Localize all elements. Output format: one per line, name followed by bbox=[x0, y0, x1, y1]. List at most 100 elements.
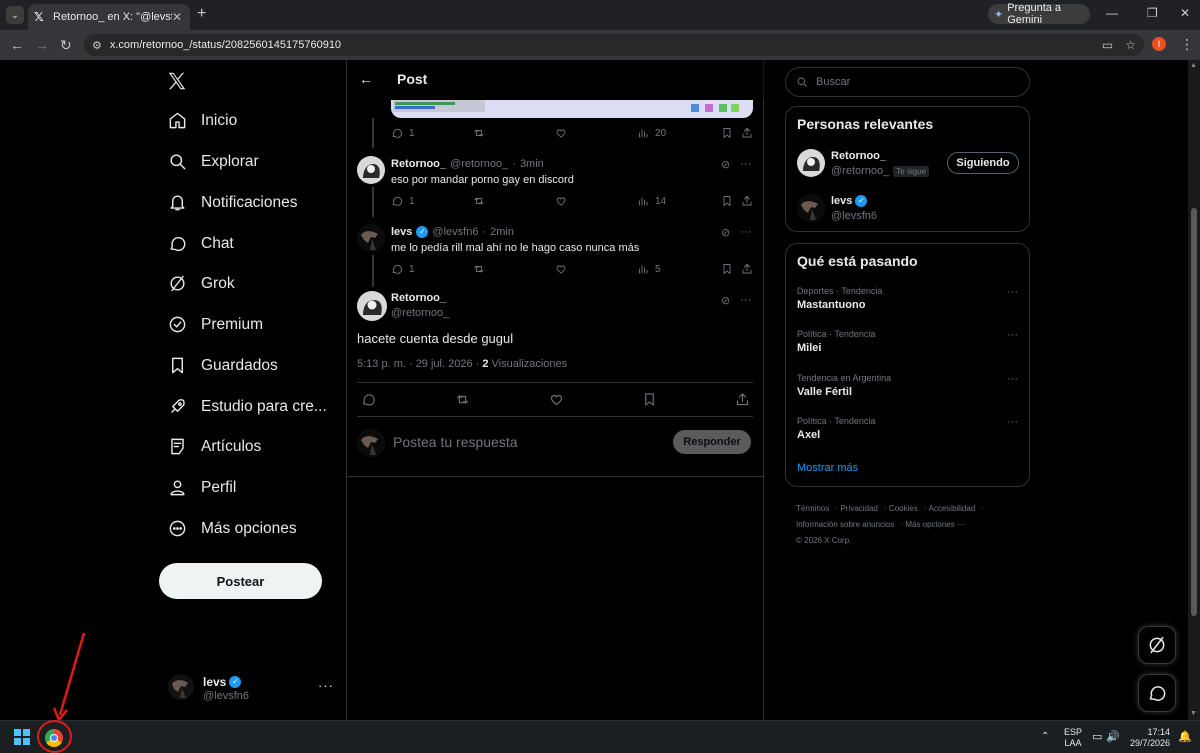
share-action[interactable] bbox=[741, 263, 753, 275]
media-preview[interactable] bbox=[391, 100, 753, 118]
notification-bell-icon[interactable]: 🔔 bbox=[1178, 730, 1192, 743]
views-action[interactable]: 5 bbox=[637, 263, 661, 275]
post-timestamp[interactable]: 5:13 p. m. · 29 jul. 2026 · bbox=[357, 358, 482, 370]
post-button[interactable]: Postear bbox=[159, 563, 322, 599]
trend-item[interactable]: Deportes · Tendencia Mastantuono ··· bbox=[797, 286, 1022, 311]
bookmark-star-icon[interactable]: ☆ bbox=[1125, 38, 1136, 52]
show-more-link[interactable]: Mostrar más bbox=[797, 462, 858, 474]
bookmark-action[interactable] bbox=[721, 127, 733, 139]
avatar[interactable] bbox=[797, 149, 825, 177]
repost-icon[interactable] bbox=[455, 392, 470, 407]
share-icon[interactable] bbox=[735, 392, 750, 407]
post-author-handle[interactable]: @retornoo_ bbox=[391, 307, 449, 319]
grok-icon[interactable]: ⊘ bbox=[721, 294, 730, 307]
person-name[interactable]: Retornoo_ bbox=[831, 150, 886, 162]
chat-fab-button[interactable] bbox=[1138, 674, 1176, 712]
scrollbar-thumb[interactable] bbox=[1191, 208, 1197, 616]
avatar[interactable] bbox=[357, 291, 387, 321]
heart-icon[interactable] bbox=[549, 392, 564, 407]
reply-input[interactable]: Postea tu respuesta bbox=[393, 434, 518, 450]
trend-item[interactable]: Política · Tendencia Axel ··· bbox=[797, 416, 1022, 441]
scroll-up-icon[interactable]: ▲ bbox=[1190, 62, 1197, 69]
views-action[interactable]: 20 bbox=[637, 127, 666, 139]
share-action[interactable] bbox=[741, 127, 753, 139]
windows-start-icon[interactable] bbox=[14, 729, 30, 745]
nav-chat[interactable]: Chat bbox=[168, 234, 234, 253]
views-action[interactable]: 14 bbox=[637, 195, 666, 207]
avatar[interactable] bbox=[797, 194, 825, 222]
account-switcher[interactable]: levs ✓ @levsfn6 ··· bbox=[168, 672, 333, 708]
x-logo-icon[interactable] bbox=[166, 70, 188, 92]
language-indicator[interactable]: ESP LAA bbox=[1064, 727, 1082, 749]
footer-link[interactable]: Accesibilidad bbox=[929, 504, 976, 513]
more-icon[interactable]: ··· bbox=[1007, 373, 1018, 385]
tab-search-icon[interactable]: ⌄ bbox=[6, 6, 24, 24]
like-action[interactable] bbox=[555, 195, 567, 207]
network-volume-icons[interactable]: ▭🔊 bbox=[1092, 730, 1124, 743]
avatar[interactable] bbox=[357, 224, 385, 252]
nav-mas-opciones[interactable]: Más opciones bbox=[168, 519, 297, 538]
reply-icon[interactable] bbox=[361, 392, 376, 407]
nav-grok[interactable]: Grok bbox=[168, 274, 235, 293]
close-window-icon[interactable]: ✕ bbox=[1180, 6, 1190, 20]
nav-notificaciones[interactable]: Notificaciones bbox=[168, 193, 298, 212]
restore-icon[interactable]: ❐ bbox=[1147, 6, 1158, 20]
nav-explorar[interactable]: Explorar bbox=[168, 152, 259, 171]
avatar[interactable] bbox=[357, 156, 385, 184]
address-bar[interactable]: ⚙ x.com/retornoo_/status/208256014517576… bbox=[84, 34, 1144, 56]
nav-premium[interactable]: Premium bbox=[168, 315, 263, 334]
browser-tab[interactable]: 𝕏 Retornoo_ en X: "@levsfn6 hac ✕ bbox=[28, 4, 190, 30]
trend-item[interactable]: Tendencia en Argentina Valle Fértil ··· bbox=[797, 373, 1022, 398]
reply-action[interactable]: 1 bbox=[391, 195, 415, 207]
person-name[interactable]: levs ✓ bbox=[831, 195, 868, 207]
like-action[interactable] bbox=[555, 127, 567, 139]
more-icon[interactable]: ··· bbox=[1007, 329, 1018, 341]
back-arrow-icon[interactable]: ← bbox=[359, 71, 373, 87]
grok-icon[interactable]: ⊘ bbox=[721, 226, 730, 239]
gemini-button[interactable]: ✦ Pregunta a Gemini bbox=[988, 2, 1090, 26]
search-input[interactable]: Buscar bbox=[785, 67, 1030, 97]
bookmark-action[interactable] bbox=[721, 195, 733, 207]
page-scrollbar[interactable]: ▲ ▼ bbox=[1188, 60, 1200, 720]
reply-action[interactable]: 1 bbox=[391, 127, 415, 139]
reply-button[interactable]: Responder bbox=[673, 430, 751, 454]
nav-estudio[interactable]: Estudio para cre... bbox=[168, 397, 327, 416]
more-icon[interactable]: ··· bbox=[1007, 416, 1018, 428]
footer-link[interactable]: Más opciones ··· bbox=[905, 520, 965, 529]
clock[interactable]: 17:14 29/7/2026 bbox=[1130, 727, 1170, 749]
nav-articulos[interactable]: Artículos bbox=[168, 437, 261, 456]
trend-item[interactable]: Política · Tendencia Milei ··· bbox=[797, 329, 1022, 354]
bookmark-icon[interactable] bbox=[642, 392, 657, 407]
nav-inicio[interactable]: Inicio bbox=[168, 111, 237, 130]
cast-icon[interactable]: ▭ bbox=[1102, 38, 1113, 52]
more-icon[interactable]: ··· bbox=[740, 158, 751, 171]
repost-action[interactable] bbox=[473, 195, 485, 207]
forward-arrow-icon[interactable]: → bbox=[35, 37, 49, 53]
bookmark-action[interactable] bbox=[721, 263, 733, 275]
like-action[interactable] bbox=[555, 263, 567, 275]
footer-link[interactable]: Cookies bbox=[889, 504, 918, 513]
footer-link[interactable]: Términos bbox=[796, 504, 829, 513]
new-tab-icon[interactable]: + bbox=[197, 6, 206, 22]
tab-close-icon[interactable]: ✕ bbox=[172, 10, 184, 24]
nav-guardados[interactable]: Guardados bbox=[168, 356, 278, 375]
scroll-down-icon[interactable]: ▼ bbox=[1190, 710, 1197, 717]
grok-fab-button[interactable] bbox=[1138, 626, 1176, 664]
site-settings-icon[interactable]: ⚙ bbox=[92, 39, 102, 52]
more-icon[interactable]: ··· bbox=[740, 294, 751, 307]
repost-action[interactable] bbox=[473, 127, 485, 139]
reply-action[interactable]: 1 bbox=[391, 263, 415, 275]
share-action[interactable] bbox=[741, 195, 753, 207]
browser-menu-icon[interactable]: ⋮ bbox=[1180, 36, 1194, 53]
following-button[interactable]: Siguiendo bbox=[947, 152, 1019, 174]
reload-icon[interactable]: ↻ bbox=[60, 37, 72, 53]
more-icon[interactable]: ··· bbox=[740, 226, 751, 239]
post-author-name[interactable]: Retornoo_ bbox=[391, 292, 446, 304]
tray-chevron-icon[interactable]: ⌃ bbox=[1041, 731, 1049, 742]
profile-avatar[interactable]: I bbox=[1152, 37, 1166, 51]
nav-perfil[interactable]: Perfil bbox=[168, 478, 236, 497]
footer-link[interactable]: Privacidad bbox=[840, 504, 877, 513]
grok-icon[interactable]: ⊘ bbox=[721, 158, 730, 171]
more-icon[interactable]: ··· bbox=[1007, 286, 1018, 298]
minimize-icon[interactable]: — bbox=[1106, 6, 1118, 20]
